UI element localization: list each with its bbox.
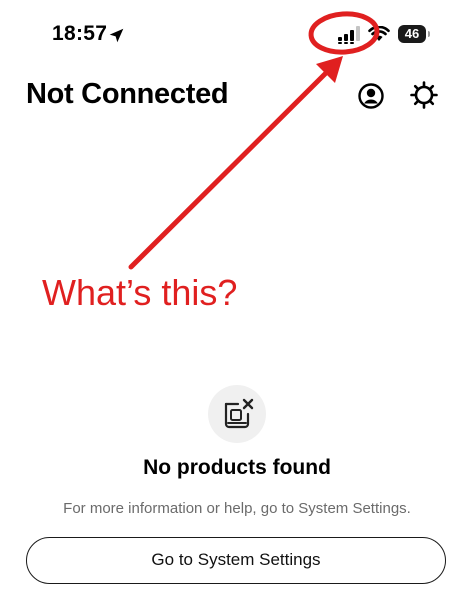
- wifi-icon: [368, 26, 390, 41]
- location-arrow-icon: [109, 28, 124, 43]
- annotation-arrow-head: [316, 56, 343, 83]
- cellular-signal-icon: [338, 26, 360, 44]
- page-title: Not Connected: [26, 78, 229, 110]
- empty-state-icon-container: [208, 385, 266, 443]
- account-icon[interactable]: [357, 82, 385, 110]
- gear-icon[interactable]: [409, 80, 439, 110]
- empty-state-title: No products found: [143, 456, 331, 479]
- annotation-text: What’s this?: [42, 272, 238, 313]
- battery-icon: 46: [398, 25, 430, 43]
- status-time: 18:57: [52, 22, 108, 45]
- empty-state-description: For more information or help, go to Syst…: [63, 500, 411, 517]
- no-product-icon: [224, 398, 254, 429]
- go-to-system-settings-button[interactable]: Go to System Settings: [26, 537, 446, 584]
